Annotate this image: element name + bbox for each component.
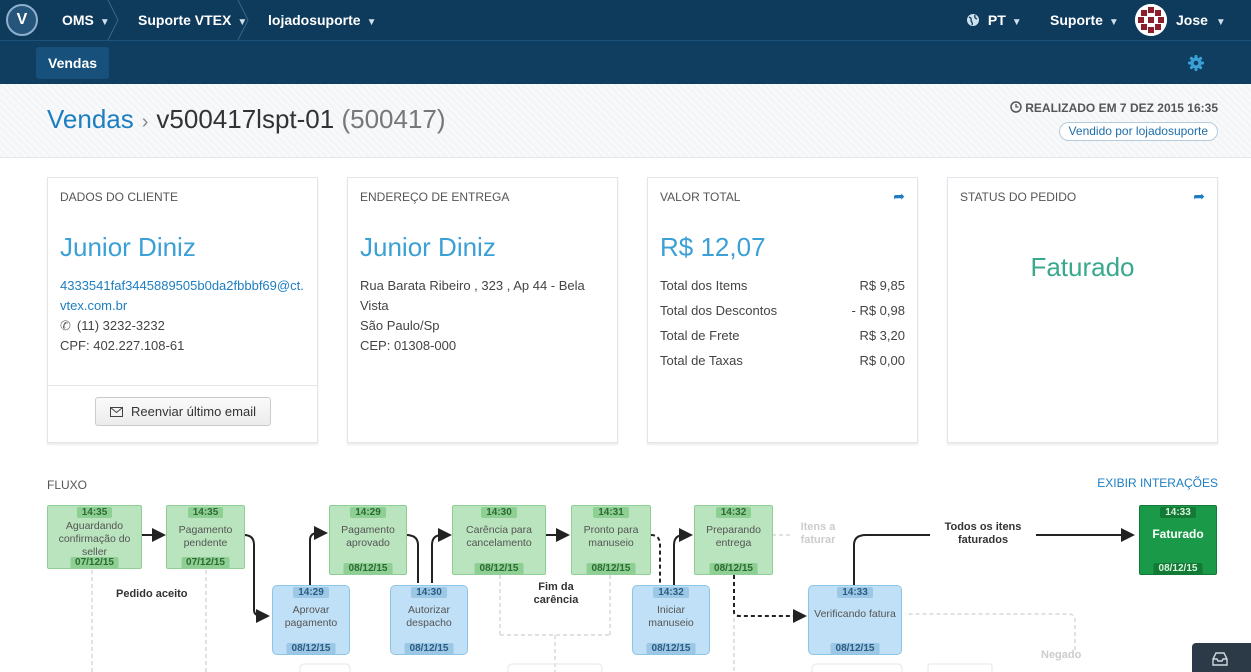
flow-label-fim-carencia: Fim da carência	[526, 581, 586, 607]
node-time: 14:29	[293, 587, 329, 598]
node-date: 08/12/15	[1153, 563, 1203, 574]
flow-node-faturado[interactable]: 14:33 Faturado 08/12/15	[1139, 505, 1217, 575]
node-label: Pagamento aprovado	[341, 524, 395, 549]
flow-label-negado: Negado	[1041, 649, 1082, 661]
flow-node-iniciar-manuseio[interactable]: 14:32 Iniciar manuseio 08/12/15	[632, 585, 710, 655]
node-time: 14:31	[593, 507, 629, 518]
flow-label-todos-faturados-1: Todos os itens	[944, 521, 1022, 533]
flow-label-todos-faturados-2: faturados	[957, 534, 1009, 546]
node-label: Autorizar despacho	[406, 604, 452, 629]
flow-node-carencia-cancelamento[interactable]: 14:30 Carência para cancelamento 08/12/1…	[452, 505, 546, 575]
node-label: Preparando entrega	[706, 524, 761, 549]
flow-node-autorizar-despacho[interactable]: 14:30 Autorizar despacho 08/12/15	[390, 585, 468, 655]
node-date: 08/12/15	[474, 563, 524, 574]
node-date: 08/12/15	[646, 643, 696, 654]
flow-node-aguardando-confirmacao[interactable]: 14:35 Aguardando confirmação do seller 0…	[47, 505, 142, 569]
node-date: 07/12/15	[70, 557, 119, 568]
node-label: Carência para cancelamento	[466, 524, 532, 549]
node-label: Pagamento pendente	[178, 524, 233, 549]
node-time: 14:35	[76, 507, 113, 518]
node-label: Faturado	[1152, 527, 1204, 541]
node-date: 07/12/15	[181, 557, 230, 568]
node-label: Aprovar pagamento	[284, 604, 338, 629]
node-label: Iniciar manuseio	[648, 604, 694, 629]
node-label: Aguardando confirmação do seller	[58, 520, 131, 558]
flow-node-aprovar-pagamento[interactable]: 14:29 Aprovar pagamento 08/12/15	[272, 585, 350, 655]
flow-label-fim-carencia-2: carência	[533, 594, 579, 606]
flow-node-pagamento-pendente[interactable]: 14:35 Pagamento pendente 07/12/15	[166, 505, 245, 569]
flow-node-verificando-fatura[interactable]: 14:33 Verificando fatura 08/12/15	[808, 585, 902, 655]
node-time: 14:29	[350, 507, 386, 518]
node-time: 14:30	[481, 507, 517, 518]
flow-label-itens-faturar: Itens a faturar	[790, 521, 846, 547]
flow-label-pedido-aceito: Pedido aceito	[116, 588, 188, 600]
node-label: Pronto para manuseio	[583, 524, 639, 549]
flow-label-itens-faturar-1: Itens a	[800, 521, 836, 533]
node-time: 14:33	[1160, 507, 1196, 518]
node-time: 14:32	[653, 587, 689, 598]
node-time: 14:32	[715, 507, 752, 518]
node-date: 08/12/15	[830, 643, 880, 654]
node-time: 14:30	[411, 587, 447, 598]
flow-node-pagamento-aprovado[interactable]: 14:29 Pagamento aprovado 08/12/15	[329, 505, 407, 575]
chat-widget[interactable]	[1192, 643, 1251, 672]
node-label: Verificando fatura	[814, 608, 896, 620]
node-date: 08/12/15	[404, 643, 454, 654]
node-time: 14:35	[187, 507, 224, 518]
node-date: 08/12/15	[586, 563, 636, 574]
flow-label-todos-faturados: Todos os itens faturados	[930, 521, 1036, 547]
node-date: 08/12/15	[286, 643, 336, 654]
flow-label-fim-carencia-1: Fim da	[538, 581, 574, 593]
flow-node-preparando-entrega[interactable]: 14:32 Preparando entrega 08/12/15	[694, 505, 773, 575]
flow-node-pronto-manuseio[interactable]: 14:31 Pronto para manuseio 08/12/15	[571, 505, 651, 575]
flow-label-itens-faturar-2: faturar	[800, 534, 836, 546]
node-date: 08/12/15	[343, 563, 393, 574]
inbox-icon	[1212, 652, 1228, 666]
node-date: 08/12/15	[709, 563, 758, 574]
node-time: 14:33	[837, 587, 873, 598]
